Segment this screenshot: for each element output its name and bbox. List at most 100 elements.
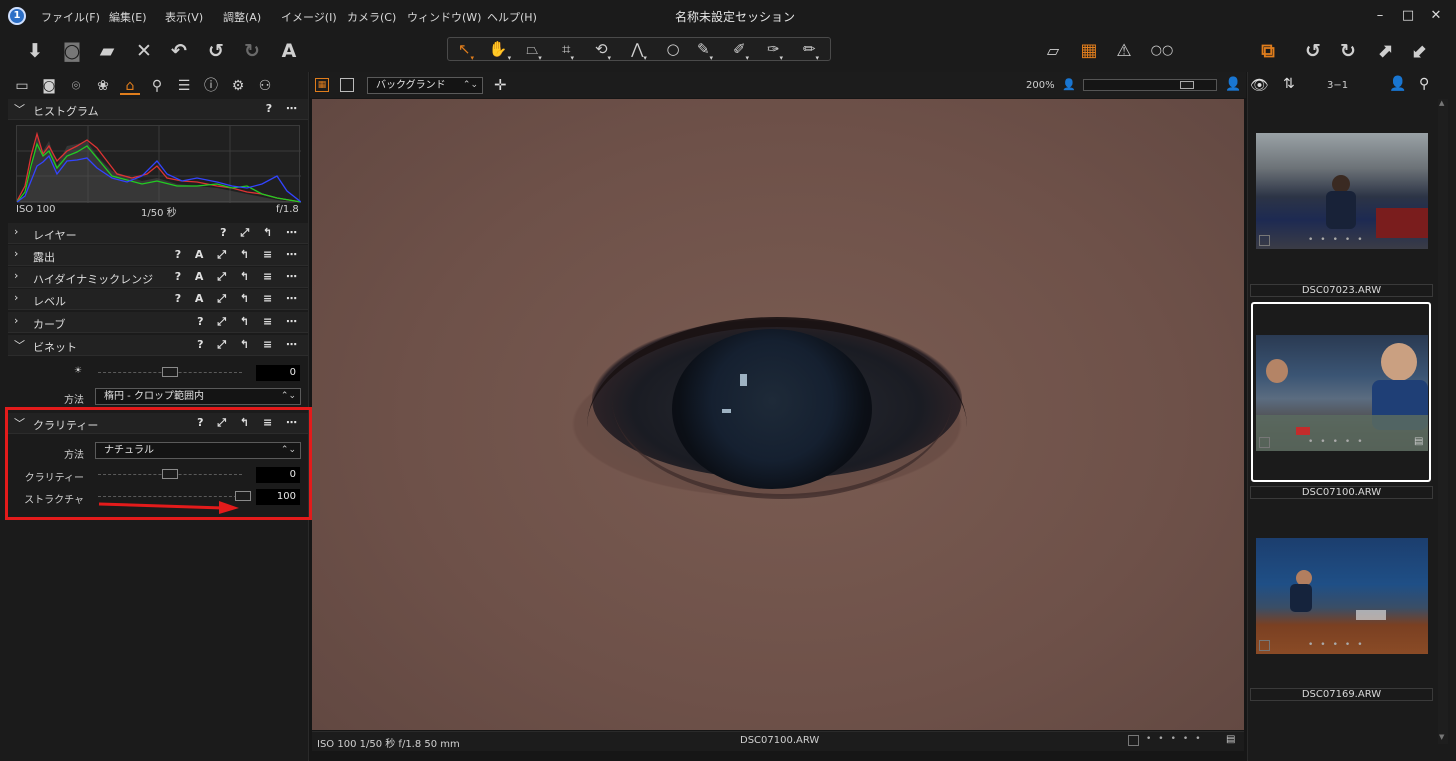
user-icon[interactable]: 👤	[1389, 76, 1406, 92]
proof-glasses-icon[interactable]: ○○	[1146, 38, 1178, 64]
vignette-amount-value[interactable]: 0	[256, 365, 300, 381]
select-checkbox[interactable]	[1128, 735, 1139, 746]
tool-exposure[interactable]: › 露出 ? A ⤢ ↰ ≡ ⋯	[8, 245, 308, 266]
reset-all-icon[interactable]: ↶	[166, 38, 192, 64]
metadata-icon[interactable]: ▤	[1226, 734, 1235, 745]
text-icon[interactable]: A	[276, 38, 302, 64]
chevron-down-icon: ﹀	[14, 339, 25, 352]
camera-icon[interactable]: ◙	[59, 38, 85, 64]
batch-tab-icon[interactable]: ⚇	[255, 77, 275, 95]
keystone-icon[interactable]: ⏢▾	[519, 39, 549, 62]
grid-icon[interactable]: ▦	[1076, 38, 1102, 64]
undo-icon[interactable]: ↺	[203, 38, 229, 64]
histogram-header[interactable]: ﹀ ヒストグラム ? ⋯	[8, 99, 308, 120]
tool-curve-actions[interactable]: ? ⤢ ↰ ≡ ⋯	[197, 315, 302, 329]
rating-dots[interactable]: •••••	[1308, 640, 1370, 650]
menu-view[interactable]: 表示(V)	[165, 9, 203, 25]
tool-hdr-actions[interactable]: ? A ⤢ ↰ ≡ ⋯	[175, 270, 302, 284]
metadata-tab-icon[interactable]: ⓘ	[201, 77, 221, 95]
tool-vignette-label: ビネット	[33, 341, 77, 354]
tool-layers-actions[interactable]: ? ⤢ ↰ ⋯	[220, 226, 302, 240]
tool-levels-actions[interactable]: ? A ⤢ ↰ ≡ ⋯	[175, 292, 302, 306]
perspective-icon[interactable]: ⋀▾	[624, 39, 654, 62]
scroll-down-icon[interactable]: ▼	[1439, 733, 1444, 741]
menu-file[interactable]: ファイル(F)	[41, 9, 100, 25]
select-cursor-icon[interactable]: ↖▾	[451, 39, 481, 62]
tool-levels[interactable]: › レベル ? A ⤢ ↰ ≡ ⋯	[8, 289, 308, 310]
tool-curve[interactable]: › カーブ ? ⤢ ↰ ≡ ⋯	[8, 312, 308, 333]
select-checkbox[interactable]	[1259, 437, 1270, 448]
scroll-up-icon[interactable]: ▲	[1439, 99, 1444, 107]
crop-icon[interactable]: ⌗▾	[553, 39, 583, 62]
color-tab-icon[interactable]: ❀	[93, 77, 113, 95]
copy-up-icon[interactable]: ⬈	[1372, 38, 1398, 64]
folder-open-icon[interactable]: ▰	[94, 38, 120, 64]
zoom-in-icon[interactable]: 👤	[1225, 77, 1241, 92]
delete-icon[interactable]: ✕	[131, 38, 157, 64]
select-checkbox[interactable]	[1259, 235, 1270, 246]
exposure-warning-icon[interactable]: ⚠	[1111, 38, 1137, 64]
menu-image[interactable]: イメージ(I)	[281, 9, 337, 25]
thumb-figure	[1290, 584, 1312, 612]
lens-tab-icon[interactable]: ⌾	[66, 77, 86, 95]
menu-adjust[interactable]: 調整(A)	[223, 9, 261, 25]
rotate-icon[interactable]: ⟲▾	[588, 39, 618, 62]
details-tab-icon[interactable]: ⚲	[147, 77, 167, 95]
pan-icon[interactable]: ✋▾	[485, 39, 515, 62]
tool-layers[interactable]: › レイヤー ? ⤢ ↰ ⋯	[8, 223, 308, 244]
edit-mode-icon[interactable]: ▱	[1040, 38, 1066, 64]
library-tab-icon[interactable]: ▭	[12, 77, 32, 95]
menu-help[interactable]: ヘルプ(H)	[487, 9, 537, 25]
color-picker-icon[interactable]: ✐▾	[726, 39, 756, 62]
image-viewer[interactable]	[312, 99, 1244, 730]
menu-camera[interactable]: カメラ(C)	[347, 9, 396, 25]
zoom-slider[interactable]	[1083, 79, 1217, 91]
rating-dots[interactable]: •••••	[1308, 437, 1370, 447]
viewer-exif: ISO 100 1/50 秒 f/1.8 50 mm	[317, 739, 460, 750]
thumbnail-image[interactable]	[1256, 335, 1428, 451]
minimize-button[interactable]: –	[1370, 6, 1390, 26]
spot-icon[interactable]: ○	[658, 39, 688, 59]
browser-scrollbar[interactable]: ▲ ▼	[1438, 99, 1448, 744]
rating-dots[interactable]: •••••	[1308, 235, 1370, 245]
local-adjust-tab-icon[interactable]: ☰	[174, 77, 194, 95]
zoom-out-icon[interactable]: 👤	[1062, 78, 1076, 91]
rotate-right-icon[interactable]: ↻	[1335, 38, 1361, 64]
picker-icon[interactable]: ✎▾	[690, 39, 720, 62]
background-select[interactable]: バックグランド ⌃⌄	[367, 77, 483, 94]
menu-edit[interactable]: 編集(E)	[109, 9, 147, 25]
multi-view-icon[interactable]: ▦	[315, 78, 329, 92]
vignette-slider-knob[interactable]	[162, 367, 178, 377]
eraser-icon[interactable]: ✏▾	[796, 39, 826, 62]
vignette-method-select[interactable]: 楕円 - クロップ範囲内 ⌃⌄	[95, 388, 301, 405]
menu-window[interactable]: ウィンドウ(W)	[407, 9, 481, 25]
zoom-slider-knob[interactable]	[1180, 81, 1194, 89]
histogram-graph	[16, 125, 302, 203]
tool-exposure-actions[interactable]: ? A ⤢ ↰ ≡ ⋯	[175, 248, 302, 262]
tool-hdr[interactable]: › ハイダイナミックレンジ ? A ⤢ ↰ ≡ ⋯	[8, 267, 308, 288]
copy-adjustments-icon[interactable]: ⧉	[1255, 38, 1281, 64]
search-icon[interactable]: ⚲	[1419, 76, 1429, 92]
import-icon[interactable]: ⬇	[22, 38, 48, 64]
eye-icon[interactable]: 👁	[1250, 76, 1269, 94]
thumb-toy	[1296, 427, 1310, 435]
add-icon[interactable]: ✛	[494, 76, 507, 94]
capture-tab-icon[interactable]: ◙	[39, 77, 59, 95]
exposure-tab-icon[interactable]: ⌂	[120, 77, 140, 95]
rotate-left-icon[interactable]: ↺	[1300, 38, 1326, 64]
tool-vignette-actions[interactable]: ? ⤢ ↰ ≡ ⋯	[197, 338, 302, 352]
tool-vignette[interactable]: ﹀ ビネット ? ⤢ ↰ ≡ ⋯	[8, 335, 308, 356]
histogram-actions[interactable]: ? ⋯	[266, 102, 302, 115]
output-tab-icon[interactable]: ⚙	[228, 77, 248, 95]
rating-dots[interactable]: •••••	[1146, 734, 1208, 744]
brush-icon[interactable]: ✑▾	[760, 39, 790, 62]
sort-icon[interactable]: ⇅	[1283, 76, 1295, 92]
thumbnail-image[interactable]	[1256, 538, 1428, 654]
redo-icon[interactable]: ↻	[239, 38, 265, 64]
select-checkbox[interactable]	[1259, 640, 1270, 651]
maximize-button[interactable]: □	[1398, 6, 1418, 26]
single-view-icon[interactable]	[340, 78, 354, 92]
thumbnail-image[interactable]	[1256, 133, 1428, 249]
close-button[interactable]: ✕	[1426, 6, 1446, 26]
apply-down-icon[interactable]: ⬋	[1407, 38, 1433, 64]
